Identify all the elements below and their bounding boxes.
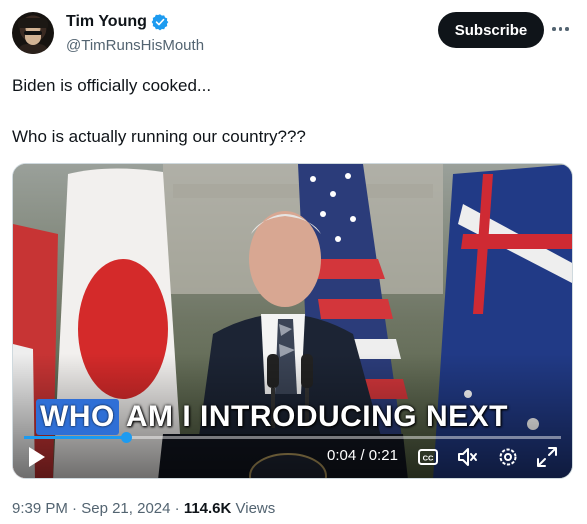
duration: 0:21 xyxy=(368,447,398,464)
tweet-header: Tim Young @TimRunsHisMouth Subscribe xyxy=(0,0,587,70)
views-count[interactable]: 114.6K xyxy=(184,500,232,517)
video-caption: WHO AM I INTRODUCING NEXT xyxy=(36,398,508,436)
more-options-icon[interactable] xyxy=(552,22,574,36)
tweet-meta: 9:39 PM · Sep 21, 2024 · 114.6K Views xyxy=(12,500,275,517)
tweet-text: Biden is officially cooked... Who is act… xyxy=(12,75,572,148)
avatar-glasses xyxy=(24,31,42,35)
mute-icon[interactable] xyxy=(455,444,481,470)
video-controls: 0:04 / 0:21 CC xyxy=(12,440,573,474)
current-time: 0:04 xyxy=(327,447,357,464)
video-time: 0:04 / 0:21 xyxy=(327,447,398,464)
tweet-date[interactable]: Sep 21, 2024 xyxy=(81,500,170,517)
tweet-text-line: Who is actually running our country??? xyxy=(12,127,306,146)
avatar-face xyxy=(25,27,41,45)
caption-highlight: WHO xyxy=(36,399,119,435)
views-label: Views xyxy=(231,500,276,517)
display-name[interactable]: Tim Young xyxy=(66,13,147,31)
video-progress-bar[interactable] xyxy=(24,432,561,443)
avatar-hat xyxy=(18,18,48,28)
avatar-body xyxy=(17,44,49,54)
tweet-text-line: Biden is officially cooked... xyxy=(12,76,212,95)
tweet-text-spacer xyxy=(12,97,572,126)
time-separator: / xyxy=(356,447,369,464)
name-row: Tim Young xyxy=(66,13,169,31)
meta-separator: · xyxy=(67,500,82,517)
svg-text:CC: CC xyxy=(423,454,434,463)
caption-text: AM I INTRODUCING NEXT xyxy=(125,400,508,433)
video-progress-fill xyxy=(24,436,127,439)
play-icon[interactable] xyxy=(26,444,48,470)
closed-captions-icon[interactable]: CC xyxy=(415,444,441,470)
fullscreen-icon[interactable] xyxy=(534,444,560,470)
meta-separator: · xyxy=(170,500,184,517)
verified-badge-icon xyxy=(151,14,169,31)
subscribe-button[interactable]: Subscribe xyxy=(438,12,544,48)
avatar[interactable] xyxy=(12,12,54,54)
settings-gear-icon[interactable] xyxy=(495,444,521,470)
user-handle[interactable]: @TimRunsHisMouth xyxy=(66,37,204,54)
tweet-time[interactable]: 9:39 PM xyxy=(12,500,68,517)
